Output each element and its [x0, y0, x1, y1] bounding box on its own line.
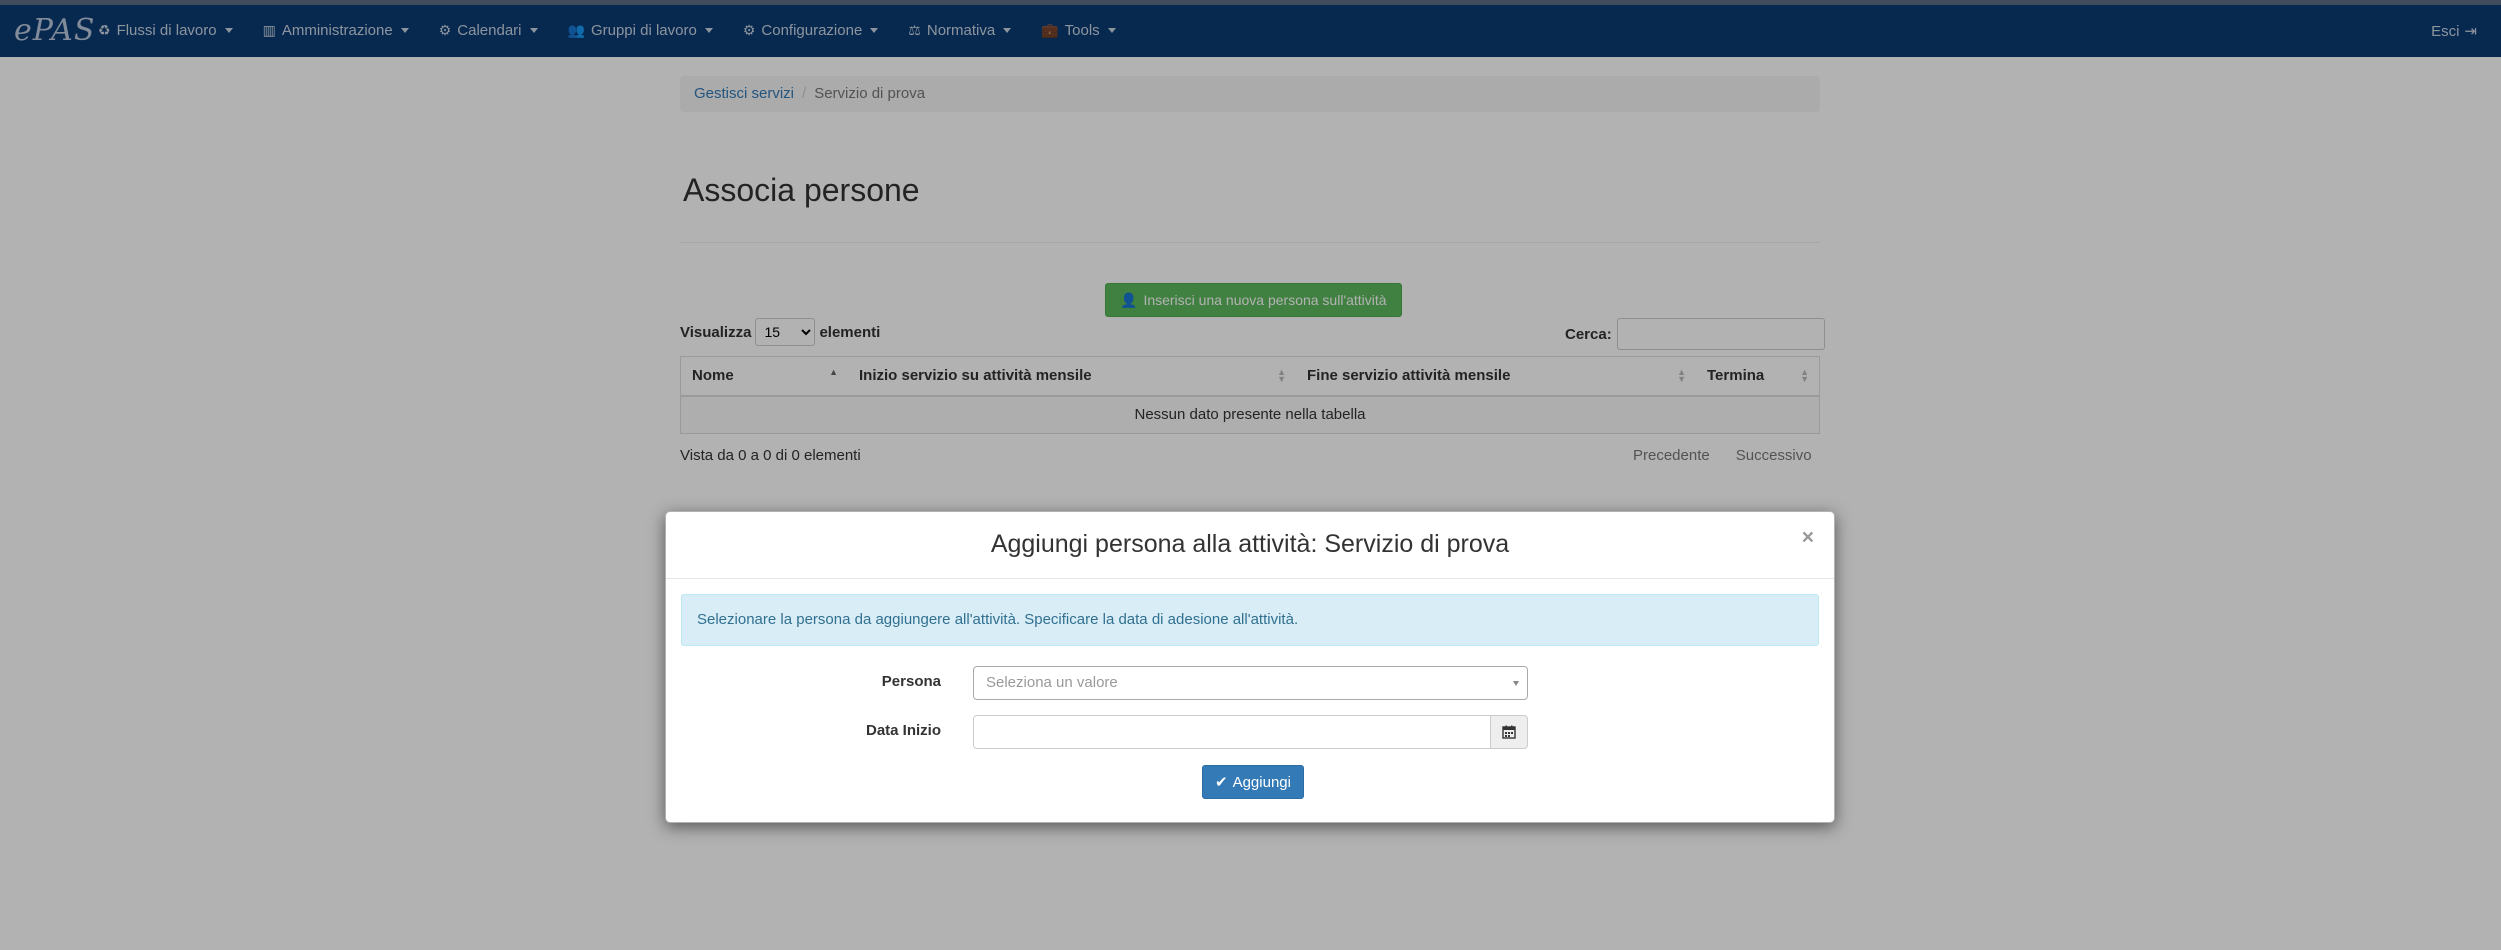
chevron-down-icon	[1513, 681, 1519, 686]
data-inizio-label: Data Inizio	[865, 722, 941, 739]
modal-title: Aggiungi persona alla attività: Servizio…	[990, 530, 1510, 558]
calendar-icon	[1502, 725, 1516, 739]
persona-label: Persona	[881, 673, 941, 690]
data-inizio-input[interactable]	[973, 715, 1491, 749]
modal-header: Aggiungi persona alla attività: Servizio…	[666, 512, 1834, 579]
info-alert: Selezionare la persona da aggiungere all…	[681, 594, 1819, 646]
close-icon[interactable]: ×	[1802, 526, 1814, 550]
aggiungi-button[interactable]: ✔ Aggiungi	[1202, 765, 1304, 799]
aggiungi-label: Aggiungi	[1232, 773, 1291, 791]
persona-placeholder: Seleziona un valore	[986, 674, 1118, 691]
calendar-button[interactable]	[1490, 715, 1528, 749]
add-person-modal: Aggiungi persona alla attività: Servizio…	[665, 511, 1835, 823]
check-icon: ✔	[1215, 774, 1228, 791]
persona-select[interactable]: Seleziona un valore	[973, 666, 1528, 700]
